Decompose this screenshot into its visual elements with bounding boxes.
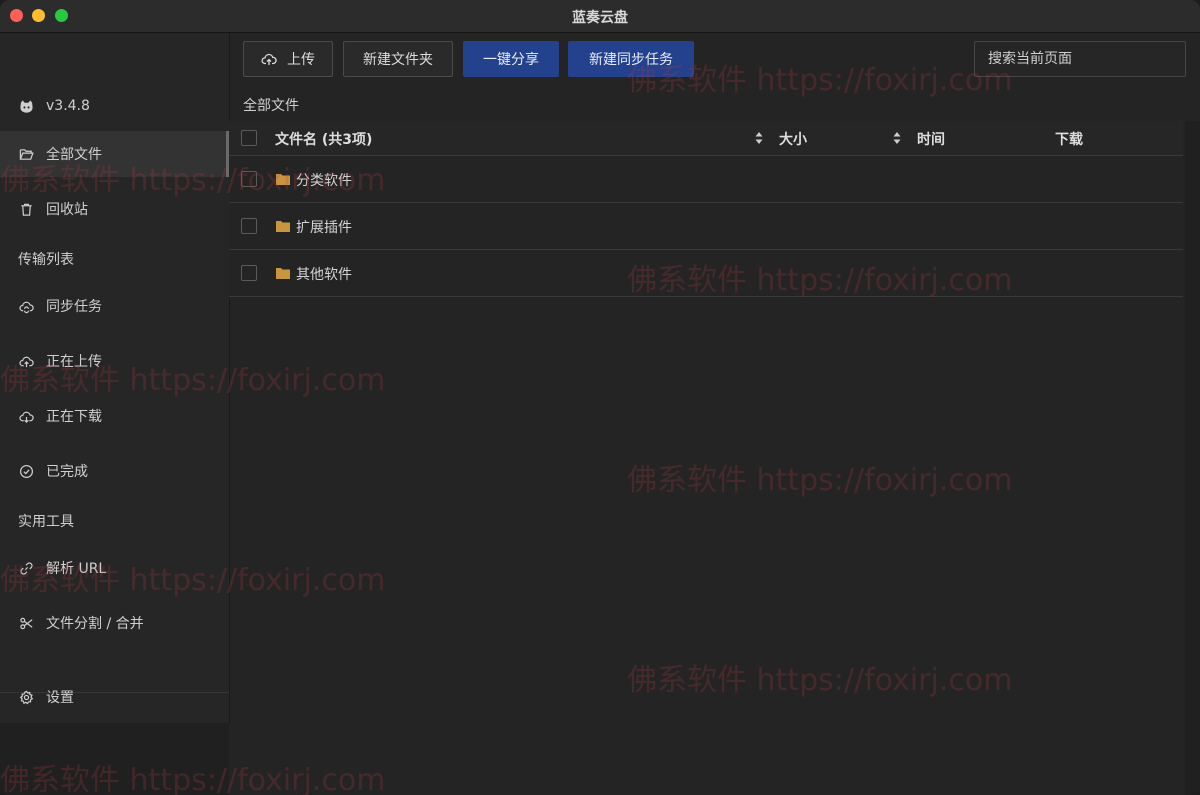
sidebar-item-label: 正在上传 [46,354,102,370]
file-name[interactable]: 其他软件 [296,264,352,284]
check-circle-icon [18,463,34,479]
breadcrumb[interactable]: 全部文件 [243,95,299,115]
watermark: 佛系软件 https://foxirj.com [627,663,1013,698]
cloud-upload-icon [18,353,34,369]
sidebar-footer [0,723,229,795]
table-row[interactable]: 扩展插件 [229,203,1183,250]
sidebar-item-label: 设置 [46,690,74,706]
one-click-share-button[interactable]: 一键分享 [463,41,559,77]
scissors-icon [18,615,34,631]
version-item[interactable]: v3.4.8 [0,83,229,129]
sort-name-icon[interactable] [755,131,763,145]
sidebar-item-label: 解析 URL [46,561,107,577]
vertical-scrollbar[interactable] [1185,121,1200,795]
table-header: 文件名 (共3项) 大小 时间 下载 [229,121,1183,156]
trash-icon [18,201,34,217]
share-button-label: 一键分享 [483,52,539,68]
watermark: 佛系软件 https://foxirj.com [627,463,1013,498]
cloud-download-icon [18,408,34,424]
file-name[interactable]: 分类软件 [296,170,352,190]
folder-open-icon [18,146,34,162]
new-folder-button[interactable]: 新建文件夹 [343,41,453,77]
title-bar: 蓝奏云盘 [0,0,1200,33]
column-download-header: 下载 [1055,132,1083,148]
sidebar-item-label: 已完成 [46,464,88,480]
folder-icon [276,268,290,279]
sync-task-button-label: 新建同步任务 [589,52,673,68]
sidebar-item-split-merge[interactable]: 文件分割 / 合并 [0,600,229,646]
sidebar-item-parse-url[interactable]: 解析 URL [0,545,229,591]
github-cat-icon [18,98,34,114]
window-title: 蓝奏云盘 [572,10,628,26]
search-input[interactable] [974,41,1186,77]
table-row[interactable]: 分类软件 [229,156,1183,203]
row-checkbox[interactable] [241,265,257,281]
link-icon [18,560,34,576]
row-checkbox[interactable] [241,218,257,234]
sort-size-icon[interactable] [893,131,901,145]
column-size-header[interactable]: 大小 [779,129,807,149]
sidebar-item-completed[interactable]: 已完成 [0,448,229,494]
new-sync-task-button[interactable]: 新建同步任务 [568,41,694,77]
sidebar-item-label: 同步任务 [46,299,102,315]
sidebar-item-all-files[interactable]: 全部文件 [0,131,229,177]
row-checkbox[interactable] [241,171,257,187]
select-all-checkbox[interactable] [241,130,257,146]
sidebar-item-settings[interactable]: 设置 [0,674,229,720]
folder-icon [276,174,290,185]
file-name[interactable]: 扩展插件 [296,217,352,237]
sidebar-item-sync-tasks[interactable]: 同步任务 [0,283,229,329]
transfer-list-heading: 传输列表 [18,252,74,268]
sidebar-item-uploading[interactable]: 正在上传 [0,338,229,384]
new-folder-button-label: 新建文件夹 [363,52,433,68]
cloud-upload-icon [261,53,277,65]
sidebar-item-recycle-bin[interactable]: 回收站 [0,186,229,232]
version-label: v3.4.8 [46,98,90,114]
upload-button[interactable]: 上传 [243,41,333,77]
sidebar-item-downloading[interactable]: 正在下载 [0,393,229,439]
gear-icon [18,689,34,705]
sidebar-item-label: 正在下载 [46,409,102,425]
sidebar: v3.4.8 全部文件 回收站 传输列表 同步任务 正在上传 正在下载 已完成 … [0,33,230,723]
sidebar-item-label: 回收站 [46,202,88,218]
utility-tools-heading: 实用工具 [18,514,74,530]
column-time-header[interactable]: 时间 [917,129,945,149]
cloud-sync-icon [18,298,34,314]
folder-icon [276,221,290,232]
sidebar-item-label: 全部文件 [46,147,102,163]
sidebar-item-label: 文件分割 / 合并 [46,616,144,632]
app-window: 蓝奏云盘 v3.4.8 全部文件 回收站 传输列表 同步任务 正在上传 正在下载… [0,0,1200,795]
column-name-header[interactable]: 文件名 (共3项) [275,129,372,149]
table-row[interactable]: 其他软件 [229,250,1183,297]
upload-button-label: 上传 [287,52,315,68]
